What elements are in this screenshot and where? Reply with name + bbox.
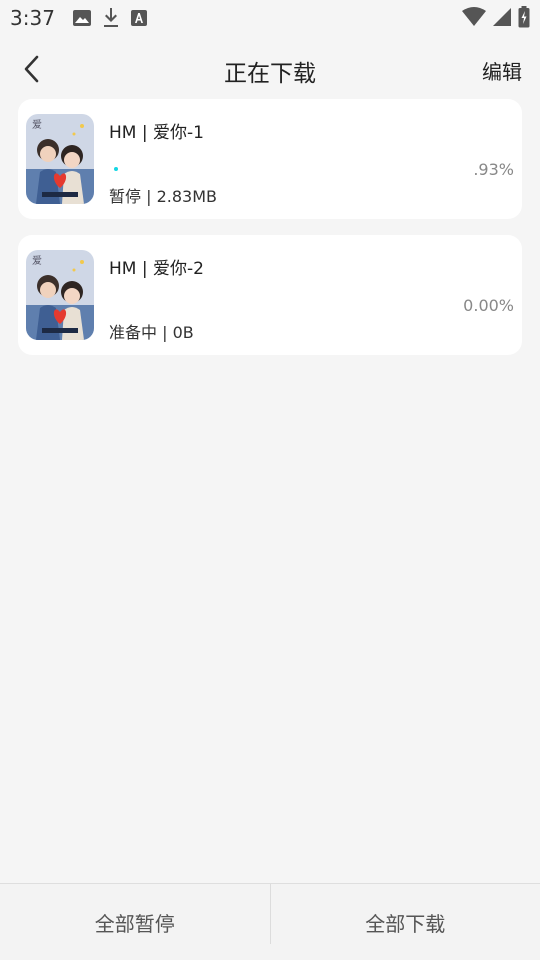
download-percent: 0.00%	[463, 296, 514, 315]
download-status: 准备中 | 0B	[109, 323, 194, 342]
poster-thumbnail: 爱	[26, 114, 94, 204]
status-notification-icons	[72, 8, 147, 28]
download-title: HM | 爱你-2	[109, 259, 204, 279]
status-time: 3:37	[10, 6, 55, 30]
download-percent: .93%	[473, 160, 514, 179]
font-icon	[130, 10, 147, 26]
edit-button[interactable]: 编辑	[482, 56, 522, 85]
screen: 3:37 正在下载 编辑 爱 HM | 爱你-1 .93% 暂停 | 2.83M…	[0, 0, 540, 960]
svg-text:爱: 爱	[32, 118, 42, 131]
poster-thumbnail: 爱	[26, 250, 94, 340]
status-bar: 3:37	[0, 0, 540, 36]
download-item[interactable]: 爱 HM | 爱你-1 .93% 暂停 | 2.83MB	[18, 99, 522, 219]
download-title: HM | 爱你-1	[109, 123, 204, 143]
svg-text:爱: 爱	[32, 254, 42, 267]
header: 正在下载 编辑	[0, 36, 540, 102]
battery-icon	[518, 6, 530, 28]
download-icon	[103, 8, 118, 27]
pause-all-button[interactable]: 全部暂停	[0, 884, 270, 960]
download-list: 爱 HM | 爱你-1 .93% 暂停 | 2.83MB 爱 HM | 爱你-2…	[18, 99, 522, 371]
download-status: 暂停 | 2.83MB	[109, 187, 217, 206]
progress-indicator	[114, 167, 118, 171]
download-item[interactable]: 爱 HM | 爱你-2 0.00% 准备中 | 0B	[18, 235, 522, 355]
page-title: 正在下载	[224, 61, 316, 87]
download-all-button[interactable]: 全部下载	[271, 884, 540, 960]
bottom-action-bar: 全部暂停 全部下载	[0, 883, 540, 960]
image-icon	[72, 10, 91, 26]
signal-icon	[493, 8, 511, 26]
status-system-icons	[462, 6, 530, 28]
wifi-icon	[462, 7, 486, 26]
